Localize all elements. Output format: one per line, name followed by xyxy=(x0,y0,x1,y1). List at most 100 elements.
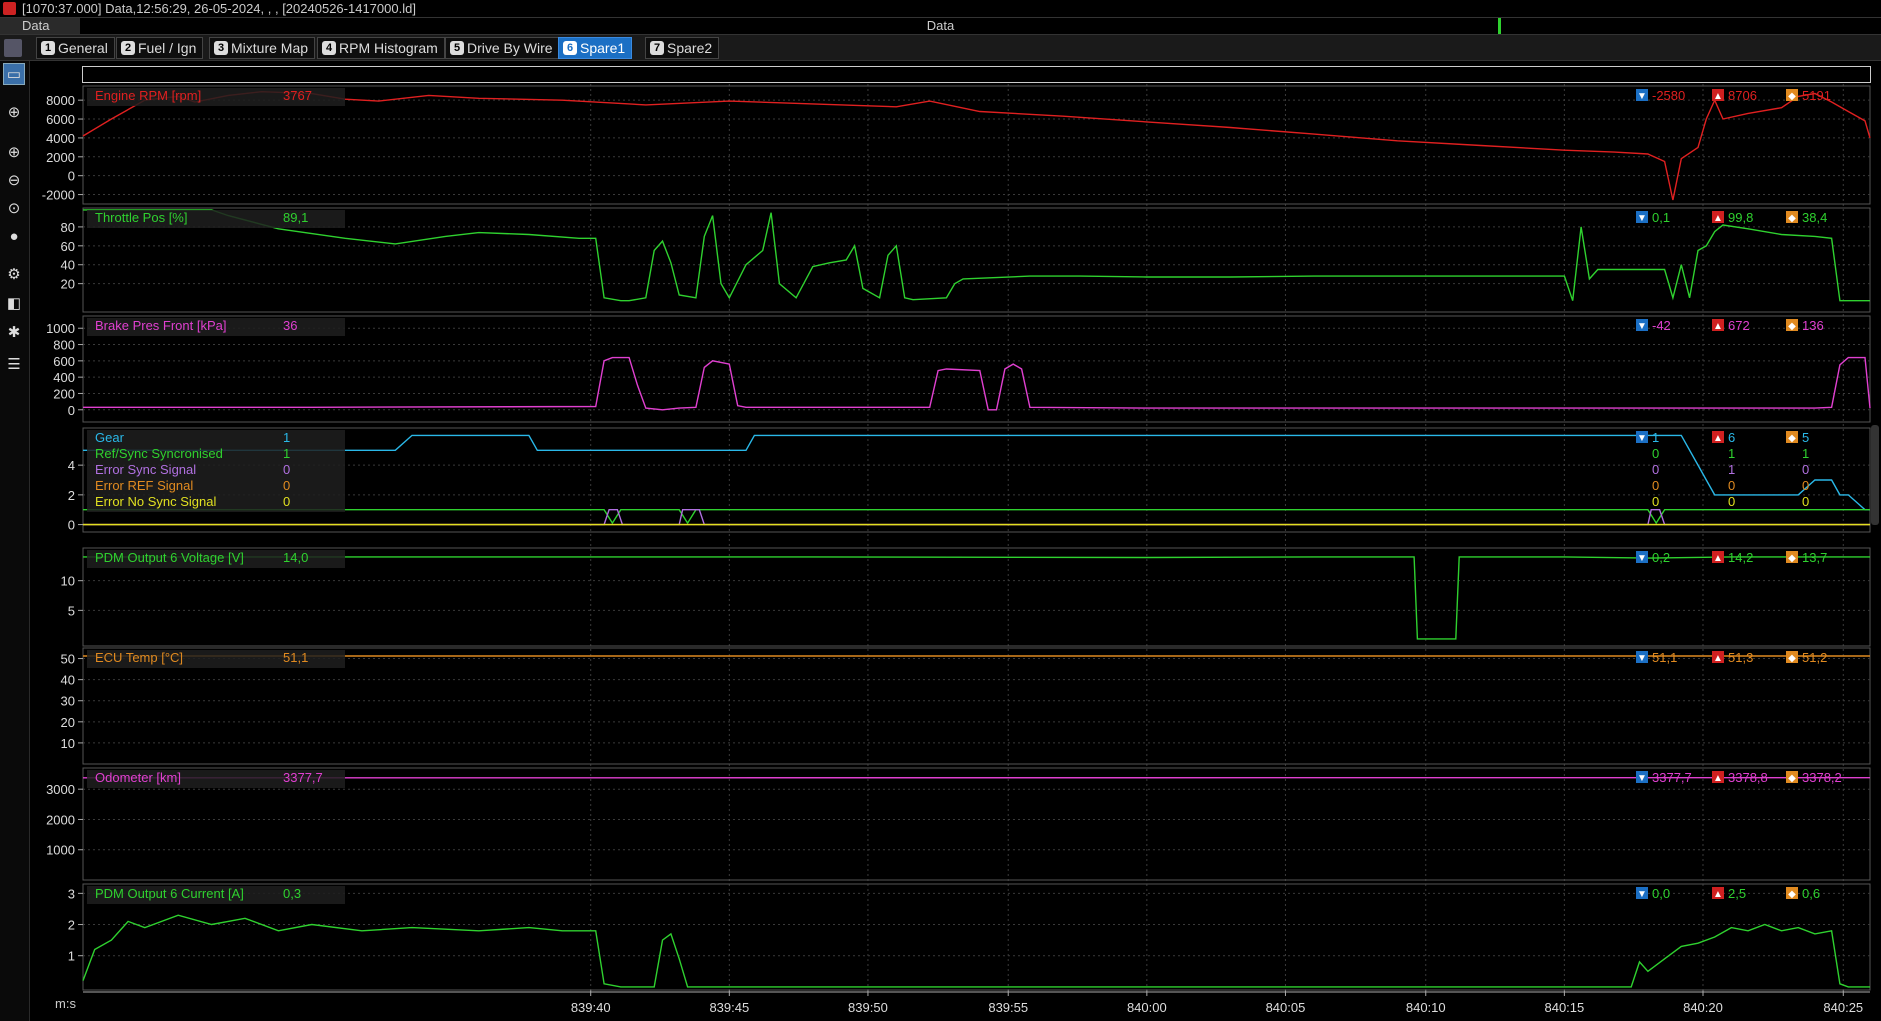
chart-panel[interactable]: 3000 2000 1000 Odometer [km] 3377,7 ▼ ▲ ◆ 3377,7… xyxy=(46,767,1871,881)
channel-name: PDM Output 6 Current [A] xyxy=(95,886,244,901)
cursor-value: 36 xyxy=(283,318,297,333)
min-value: 0 xyxy=(1652,446,1659,461)
avg-value: 3378,2 xyxy=(1802,770,1842,785)
y-tick-label: 40 xyxy=(61,258,75,273)
min-icon-glyph: ▼ xyxy=(1637,321,1647,332)
y-tick-label: 3 xyxy=(68,886,75,901)
x-tick-label: 839:45 xyxy=(709,1000,749,1015)
min-icon-glyph: ▼ xyxy=(1637,213,1647,224)
chart-panel[interactable]: 1000 800600400200 0 Brake Pres Front [kPa] 3… xyxy=(46,315,1871,423)
y-tick-label: 400 xyxy=(53,370,75,385)
series-line[interactable] xyxy=(82,914,1870,988)
series-line[interactable] xyxy=(82,90,1871,201)
min-value: 51,1 xyxy=(1652,650,1677,665)
x-tick-label: 840:00 xyxy=(1127,1000,1167,1015)
max-value: 8706 xyxy=(1728,88,1757,103)
avg-icon-glyph: ◆ xyxy=(1788,653,1796,664)
y-tick-label: 6000 xyxy=(46,112,75,127)
max-icon-glyph: ▲ xyxy=(1713,653,1723,664)
chart-panel[interactable]: 80 60 40 20 Throttle Pos [%] 89,1 ▼ ▲ ◆ 0,1 99,8 38… xyxy=(61,207,1871,313)
series-line[interactable] xyxy=(83,356,1871,411)
y-tick-label: 20 xyxy=(61,277,75,292)
cursor-value: 0 xyxy=(283,494,290,509)
series-line[interactable] xyxy=(83,509,1870,526)
min-value: 0,2 xyxy=(1652,550,1670,565)
chart-panel[interactable]: 3 2 1 PDM Output 6 Current [A] 0,3 ▼ ▲ ◆ 0,0 2,5 0… xyxy=(68,883,1871,991)
max-icon-glyph: ▲ xyxy=(1713,321,1723,332)
series-line[interactable] xyxy=(83,556,1870,640)
panel-frame xyxy=(82,547,1871,647)
avg-value: 5 xyxy=(1802,430,1809,445)
y-tick-label: 5 xyxy=(68,603,75,618)
min-value: 1 xyxy=(1652,430,1659,445)
y-tick-label: 0 xyxy=(68,403,75,418)
max-value: 1 xyxy=(1728,446,1735,461)
max-icon-glyph: ▲ xyxy=(1713,553,1723,564)
series-line[interactable] xyxy=(83,509,1870,525)
x-tick-label: 840:25 xyxy=(1823,1000,1863,1015)
cursor-value: 1 xyxy=(283,446,290,461)
max-value: 99,8 xyxy=(1728,210,1753,225)
max-value: 6 xyxy=(1728,430,1735,445)
avg-icon-glyph: ◆ xyxy=(1788,321,1796,332)
y-tick-label: 600 xyxy=(53,354,75,369)
y-tick-label: 200 xyxy=(53,386,75,401)
min-value: 0 xyxy=(1652,478,1659,493)
avg-value: 13,7 xyxy=(1802,550,1827,565)
max-icon-glyph: ▲ xyxy=(1713,773,1723,784)
chart-panel[interactable]: 420Gear 1 ▼ ▲ ◆1 6 5Ref/Sync Syncronised 1 0 1 1Er… xyxy=(68,427,1871,533)
telemetry-chart[interactable]: m:s 839:40 839:45 839:50 839:55 840:00 840:05 8… xyxy=(0,0,1881,1021)
max-value: 0 xyxy=(1728,478,1735,493)
avg-icon-glyph: ◆ xyxy=(1788,91,1796,102)
channel-name: ECU Temp [°C] xyxy=(95,650,183,665)
min-value: 0,1 xyxy=(1652,210,1670,225)
min-icon-glyph: ▼ xyxy=(1637,773,1647,784)
x-tick-label: 839:55 xyxy=(988,1000,1028,1015)
y-tick-label: 10 xyxy=(61,574,75,589)
max-value: 2,5 xyxy=(1728,886,1746,901)
series-line[interactable] xyxy=(83,434,1870,511)
cursor-value: 3377,7 xyxy=(283,770,323,785)
chart-panel[interactable]: 10 5 PDM Output 6 Voltage [V] 14,0 ▼ ▲ ◆ 0,2 14,… xyxy=(61,547,1871,647)
avg-value: 0 xyxy=(1802,478,1809,493)
max-value: 3378,8 xyxy=(1728,770,1768,785)
series-line[interactable] xyxy=(83,209,1870,302)
y-tick-label: 2000 xyxy=(46,812,75,827)
panel-frame xyxy=(82,647,1871,765)
y-tick-label: 20 xyxy=(61,715,75,730)
channel-name: Error No Sync Signal xyxy=(95,494,216,509)
avg-icon-glyph: ◆ xyxy=(1788,553,1796,564)
min-icon-glyph: ▼ xyxy=(1637,889,1647,900)
avg-icon-glyph: ◆ xyxy=(1788,213,1796,224)
y-tick-label: 80 xyxy=(61,220,75,235)
min-value: -42 xyxy=(1652,318,1671,333)
vertical-scrollbar[interactable] xyxy=(1871,425,1879,525)
cursor-value: 1 xyxy=(283,430,290,445)
cursor-value: 14,0 xyxy=(283,550,308,565)
x-tick-label: 840:20 xyxy=(1683,1000,1723,1015)
avg-value: 0 xyxy=(1802,462,1809,477)
y-tick-label: 2000 xyxy=(46,150,75,165)
avg-value: 0 xyxy=(1802,494,1809,509)
x-tick-label: 840:05 xyxy=(1266,1000,1306,1015)
channel-name: Brake Pres Front [kPa] xyxy=(95,318,227,333)
chart-panel[interactable]: 8000 6000 4000 2000 0 -2000 Engine RPM [rpm] 37… xyxy=(42,85,1871,205)
max-value: 0 xyxy=(1728,494,1735,509)
cursor-value: 51,1 xyxy=(283,650,308,665)
y-tick-label: 4 xyxy=(68,458,75,473)
max-icon-glyph: ▲ xyxy=(1713,213,1723,224)
avg-icon-glyph: ◆ xyxy=(1788,773,1796,784)
y-tick-label: 3000 xyxy=(46,782,75,797)
y-tick-label: 800 xyxy=(53,338,75,353)
max-value: 672 xyxy=(1728,318,1750,333)
cursor-value: 0,3 xyxy=(283,886,301,901)
cursor-value: 0 xyxy=(283,462,290,477)
chart-panel[interactable]: 50 40 30 20 10 ECU Temp [°C] 51,1 ▼ ▲ ◆ 51,1 51,3 51… xyxy=(61,647,1871,765)
min-value: 0,0 xyxy=(1652,886,1670,901)
y-tick-label: 0 xyxy=(68,518,75,533)
min-icon-glyph: ▼ xyxy=(1637,91,1647,102)
cursor-value: 3767 xyxy=(283,88,312,103)
cursor-value: 89,1 xyxy=(283,210,308,225)
y-tick-label: 2 xyxy=(68,918,75,933)
x-tick-label: 840:10 xyxy=(1406,1000,1446,1015)
